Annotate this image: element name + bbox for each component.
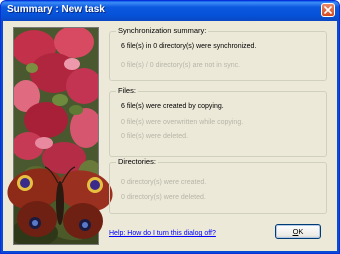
butterfly-icon <box>7 166 113 239</box>
directories-label: Directories: <box>116 157 158 166</box>
dirs-line-2: 0 directory(s) were deleted. <box>121 194 206 201</box>
files-line-2: 0 file(s) were overwritten while copying… <box>121 119 244 126</box>
window-title: Summary : New task <box>7 4 105 15</box>
summary-dialog: Summary : New task Synchronization summa… <box>0 0 340 254</box>
sync-line-2: 0 file(s) / 0 directory(s) are not in sy… <box>121 62 241 69</box>
files-group: Files: 6 file(s) were created by copying… <box>109 86 327 157</box>
title-bar[interactable]: Summary : New task <box>1 1 339 21</box>
dialog-body: Synchronization summary: 6 file(s) in 0 … <box>5 21 337 251</box>
dirs-line-1: 0 directory(s) were created. <box>121 179 207 186</box>
files-line-1: 6 file(s) were created by copying. <box>121 103 224 110</box>
sync-summary-label: Synchronization summary: <box>116 26 209 35</box>
files-label: Files: <box>116 86 138 95</box>
ok-label-rest: K <box>298 227 304 236</box>
directories-group: Directories: 0 directory(s) were created… <box>109 157 327 214</box>
files-line-3: 0 file(s) were deleted. <box>121 133 188 140</box>
sync-summary-group: Synchronization summary: 6 file(s) in 0 … <box>109 26 327 81</box>
sync-line-1: 6 file(s) in 0 directory(s) were synchro… <box>121 43 257 50</box>
help-link[interactable]: Help: How do I turn this dialog off? <box>109 230 216 237</box>
ok-button[interactable]: OK <box>275 224 321 239</box>
close-button[interactable] <box>321 3 335 17</box>
close-icon <box>324 6 332 14</box>
